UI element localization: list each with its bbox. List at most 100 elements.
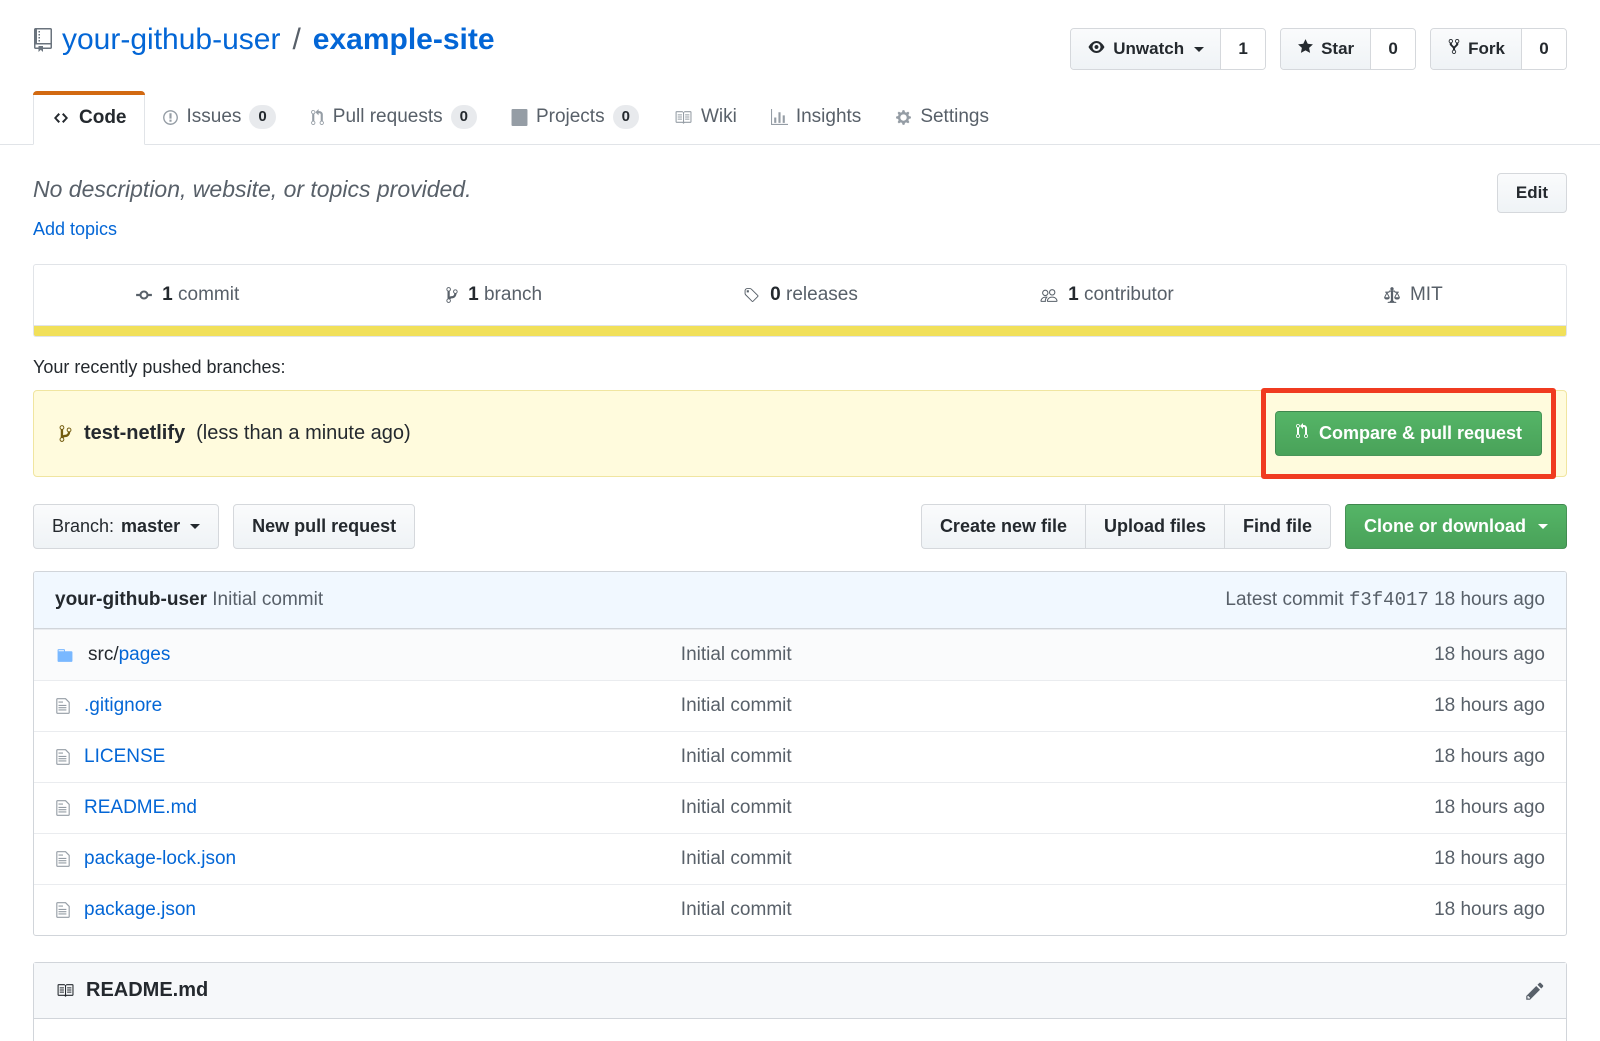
tab-code[interactable]: Code [33,91,145,145]
fork-icon [1447,38,1461,60]
tab-insights[interactable]: Insights [754,90,878,144]
stat-releases[interactable]: 0 releases [647,265,953,325]
table-row[interactable]: src/pages Initial commit 18 hours ago [34,629,1566,680]
file-link[interactable]: .gitignore [84,695,162,717]
file-icon [55,748,71,766]
tab-pull-requests[interactable]: Pull requests 0 [293,90,494,144]
tab-settings[interactable]: Settings [878,90,1006,144]
edit-description-button[interactable]: Edit [1497,173,1567,213]
stat-branches[interactable]: 1 branch [340,265,646,325]
language-color-bar [33,326,1567,337]
commit-message[interactable]: Initial commit [212,589,323,610]
pushed-branch-name[interactable]: test-netlify [84,422,185,445]
issue-opened-icon [162,109,179,126]
find-file-button[interactable]: Find file [1224,504,1331,549]
branch-icon [58,424,73,443]
create-new-file-button[interactable]: Create new file [921,504,1085,549]
watch-count[interactable]: 1 [1221,29,1265,69]
branch-selector-button[interactable]: Branch: master [33,504,219,549]
table-row[interactable]: package.json Initial commit 18 hours ago [34,884,1566,935]
compare-pr-wrapper: Compare & pull request [1275,411,1542,456]
pencil-icon[interactable] [1525,981,1545,1001]
tag-icon [742,287,761,304]
fork-label: Fork [1468,39,1505,59]
chevron-down-icon [1538,524,1548,529]
star-count[interactable]: 0 [1371,29,1415,69]
law-icon [1383,286,1401,304]
compare-and-pull-request-label: Compare & pull request [1319,423,1522,444]
file-commit-age: 18 hours ago [1434,644,1545,666]
tab-wiki[interactable]: Wiki [656,90,754,144]
fork-button-group: Fork 0 [1430,28,1567,70]
new-pull-request-button[interactable]: New pull request [233,504,415,549]
file-label: package-lock.json [84,848,236,869]
file-link[interactable]: LICENSE [84,746,165,768]
tab-projects[interactable]: Projects 0 [494,90,656,144]
file-name-cell: .gitignore [55,695,681,717]
file-commit-age: 18 hours ago [1434,695,1545,717]
tab-code-label: Code [79,107,127,129]
file-commit-message[interactable]: Initial commit [681,746,1434,768]
tab-projects-counter: 0 [613,105,639,129]
git-pull-request-icon [1295,423,1309,444]
pushed-branches-label: Your recently pushed branches: [33,357,1567,378]
folder-icon [55,647,75,664]
eye-icon [1087,39,1106,60]
repo-path-separator: / [292,22,300,58]
code-icon [51,110,71,126]
table-row[interactable]: LICENSE Initial commit 18 hours ago [34,731,1566,782]
repo-content: No description, website, or topics provi… [0,145,1600,1041]
latest-commit-left: your-github-user Initial commit [55,589,323,611]
fork-button[interactable]: Fork [1431,29,1522,69]
file-commit-message[interactable]: Initial commit [681,797,1434,819]
table-row[interactable]: .gitignore Initial commit 18 hours ago [34,680,1566,731]
tab-issues-label: Issues [187,106,242,128]
readme-header: README.md [34,963,1566,1019]
file-commit-message[interactable]: Initial commit [681,695,1434,717]
repo-breadcrumb: your-github-user / example-site [33,22,495,58]
file-commit-message[interactable]: Initial commit [681,848,1434,870]
file-icon [55,901,71,919]
file-link[interactable]: package.json [84,899,196,921]
stat-releases-label: releases [786,284,858,305]
repo-stats-bar: 1 commit 1 branch 0 releases [33,264,1567,326]
repo-book-icon [33,28,53,52]
stat-commits[interactable]: 1 commit [34,265,340,325]
file-icon [55,697,71,715]
latest-commit-prefix: Latest commit [1225,589,1343,610]
latest-commit-right: Latest commit f3f4017 18 hours ago [1225,589,1545,611]
repo-owner-link[interactable]: your-github-user [62,22,280,58]
tab-insights-label: Insights [796,106,861,128]
file-link[interactable]: README.md [84,797,197,819]
file-commit-message[interactable]: Initial commit [681,899,1434,921]
tab-wiki-label: Wiki [701,106,737,128]
commit-sha[interactable]: f3f4017 [1349,589,1429,611]
repo-name-link[interactable]: example-site [313,22,495,58]
unwatch-button[interactable]: Unwatch [1071,29,1221,69]
star-button[interactable]: Star [1281,29,1371,69]
file-link[interactable]: src/pages [88,644,170,666]
stat-commits-value: 1 [162,284,173,305]
pushed-branch-banner: test-netlify (less than a minute ago) Co… [33,390,1567,477]
file-commit-message[interactable]: Initial commit [681,644,1434,666]
table-row[interactable]: README.md Initial commit 18 hours ago [34,782,1566,833]
stat-license[interactable]: MIT [1260,265,1566,325]
commit-author[interactable]: your-github-user [55,589,207,610]
tab-issues-counter: 0 [249,105,275,129]
toolbar-right-group: Create new file Upload files Find file C… [921,504,1567,549]
gear-icon [895,109,912,126]
branch-selector-current: master [121,516,180,537]
file-label: package.json [84,899,196,920]
table-row[interactable]: package-lock.json Initial commit 18 hour… [34,833,1566,884]
clone-or-download-button[interactable]: Clone or download [1345,504,1567,549]
upload-files-button[interactable]: Upload files [1085,504,1224,549]
compare-and-pull-request-button[interactable]: Compare & pull request [1275,411,1542,456]
file-link[interactable]: package-lock.json [84,848,236,870]
add-topics-link[interactable]: Add topics [33,219,472,240]
fork-count[interactable]: 0 [1522,29,1566,69]
tab-issues[interactable]: Issues 0 [145,90,293,144]
tab-pull-requests-counter: 0 [451,105,477,129]
stat-contributors[interactable]: 1 contributor [953,265,1259,325]
book-icon [55,982,75,999]
file-label: LICENSE [84,746,165,767]
